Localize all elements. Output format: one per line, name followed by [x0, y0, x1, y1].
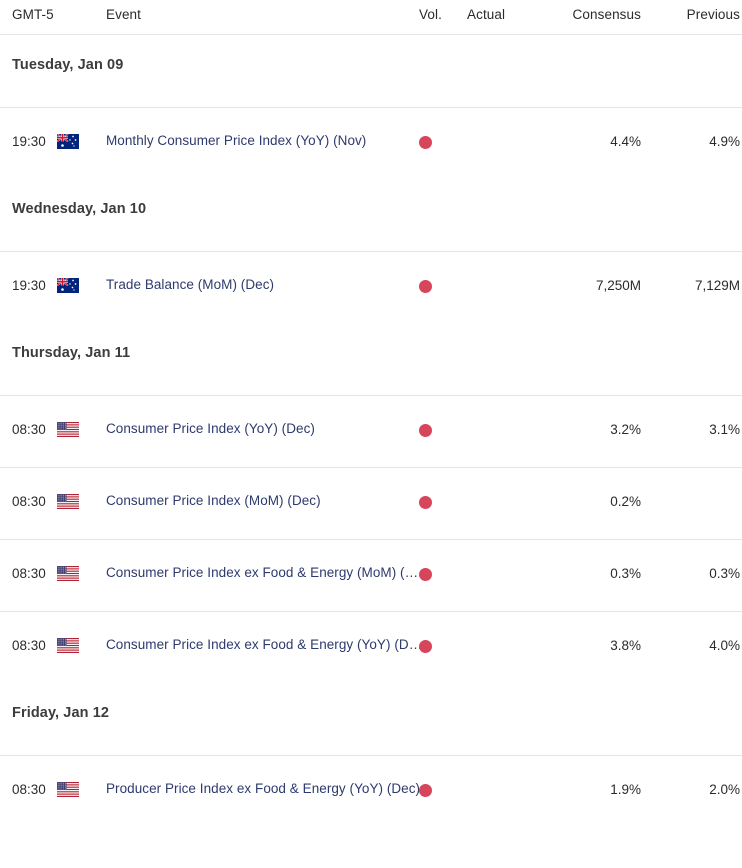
- day-label: Wednesday, Jan 10: [12, 201, 147, 217]
- volatility-indicator[interactable]: [419, 424, 433, 438]
- volatility-dot-icon: [419, 784, 432, 797]
- previous-value: 4.9%: [709, 134, 740, 149]
- previous-value: 4.0%: [709, 638, 740, 653]
- consensus-value: 4.4%: [610, 134, 641, 149]
- us-flag-icon: [57, 422, 79, 437]
- volatility-dot-icon: [419, 136, 432, 149]
- table-row[interactable]: 08:30 Consumer Price Index ex Food & Ener…: [0, 540, 742, 611]
- volatility-indicator[interactable]: [419, 496, 433, 510]
- day-group-header: Friday, Jan 12: [0, 683, 742, 755]
- event-name-link[interactable]: Monthly Consumer Price Index (YoY) (Nov): [106, 133, 424, 148]
- table-row[interactable]: 19:30 Trade Balance (MoM) (Dec) 7,250M 7,12…: [0, 252, 742, 323]
- volatility-indicator[interactable]: [419, 280, 433, 294]
- event-name-link[interactable]: Trade Balance (MoM) (Dec): [106, 277, 424, 292]
- us-flag-icon: [57, 782, 79, 797]
- consensus-header: Consensus: [572, 7, 641, 22]
- day-label: Thursday, Jan 11: [12, 345, 131, 361]
- consensus-value: 3.8%: [610, 638, 641, 653]
- au-flag-icon: [57, 134, 79, 149]
- event-name-link[interactable]: Producer Price Index ex Food & Energy (Y…: [106, 781, 424, 796]
- volatility-dot-icon: [419, 280, 432, 293]
- au-flag-icon: [57, 278, 79, 293]
- actual-header: Actual: [467, 7, 506, 22]
- event-name-link[interactable]: Consumer Price Index ex Food & Energy (M…: [106, 565, 424, 580]
- volatility-indicator[interactable]: [419, 640, 433, 654]
- timezone-header: GMT-5: [12, 7, 54, 22]
- event-time: 08:30: [12, 638, 46, 653]
- table-row[interactable]: 19:30 Monthly Consumer Price Index (YoY) …: [0, 108, 742, 179]
- event-time: 08:30: [12, 782, 46, 797]
- event-name-link[interactable]: Consumer Price Index ex Food & Energy (Y…: [106, 637, 424, 652]
- calendar-column-headers: GMT-5 Event Vol. Actual Consensus Previo…: [0, 0, 742, 34]
- previous-value: 0.3%: [709, 566, 740, 581]
- day-label: Tuesday, Jan 09: [12, 57, 124, 73]
- event-name-link[interactable]: Consumer Price Index (MoM) (Dec): [106, 493, 424, 508]
- us-flag-icon: [57, 638, 79, 653]
- volatility-indicator[interactable]: [419, 136, 433, 150]
- volatility-indicator[interactable]: [419, 784, 433, 798]
- previous-header: Previous: [686, 7, 740, 22]
- event-name-link[interactable]: Consumer Price Index (YoY) (Dec): [106, 421, 424, 436]
- day-group-header: Thursday, Jan 11: [0, 323, 742, 395]
- volatility-indicator[interactable]: [419, 568, 433, 582]
- economic-calendar: GMT-5 Event Vol. Actual Consensus Previo…: [0, 0, 742, 868]
- table-row[interactable]: 08:30 Consumer Price Index ex Food & Ener…: [0, 612, 742, 683]
- consensus-value: 1.9%: [610, 782, 641, 797]
- consensus-value: 7,250M: [595, 278, 641, 293]
- volatility-header: Vol.: [419, 7, 442, 22]
- table-row[interactable]: 08:30 Consumer Price Index (YoY) (Dec) 3.2…: [0, 396, 742, 467]
- event-time: 19:30: [12, 134, 46, 149]
- event-time: 08:30: [12, 422, 46, 437]
- volatility-dot-icon: [419, 424, 432, 437]
- event-header: Event: [106, 7, 142, 22]
- volatility-dot-icon: [419, 496, 432, 509]
- previous-value: 7,129M: [694, 278, 740, 293]
- us-flag-icon: [57, 494, 79, 509]
- day-group-header: Tuesday, Jan 09: [0, 35, 742, 107]
- event-time: 08:30: [12, 566, 46, 581]
- calendar-body: Tuesday, Jan 09 19:30 Monthly Consumer Pri…: [0, 35, 742, 827]
- previous-value: 2.0%: [709, 782, 740, 797]
- event-time: 19:30: [12, 278, 46, 293]
- consensus-value: 0.2%: [610, 494, 641, 509]
- day-label: Friday, Jan 12: [12, 705, 110, 721]
- table-row[interactable]: 08:30 Consumer Price Index (MoM) (Dec) 0.2…: [0, 468, 742, 539]
- day-group-header: Wednesday, Jan 10: [0, 179, 742, 251]
- event-time: 08:30: [12, 494, 46, 509]
- volatility-dot-icon: [419, 640, 432, 653]
- us-flag-icon: [57, 566, 79, 581]
- consensus-value: 0.3%: [610, 566, 641, 581]
- volatility-dot-icon: [419, 568, 432, 581]
- previous-value: 3.1%: [709, 422, 740, 437]
- consensus-value: 3.2%: [610, 422, 641, 437]
- table-row[interactable]: 08:30 Producer Price Index ex Food & Ener…: [0, 756, 742, 827]
